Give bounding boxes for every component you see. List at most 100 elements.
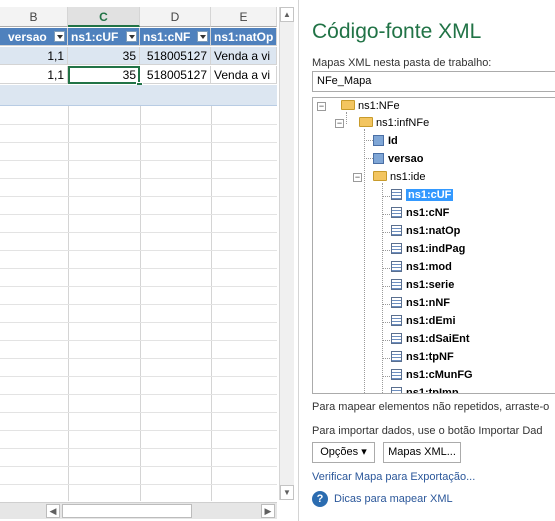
xml-map-select[interactable]: NFe_Mapa (312, 71, 555, 92)
collapse-toggle-icon[interactable]: − (335, 119, 344, 128)
repeating-element-icon (391, 243, 402, 254)
column-header-b[interactable]: B (0, 7, 68, 27)
xml-tree-node[interactable]: ns1:ide (373, 169, 425, 186)
xml-maps-button[interactable]: Mapas XML... (383, 442, 461, 463)
xml-tree-node[interactable]: ns1:tpImp (391, 385, 459, 394)
scrollbar-thumb[interactable] (62, 504, 192, 518)
filter-dropdown-icon[interactable] (126, 31, 137, 42)
collapse-toggle-icon[interactable]: − (353, 173, 362, 182)
table-header-label: ns1:natOp (214, 30, 274, 44)
xml-tree-node[interactable]: ns1:nNF (391, 295, 450, 312)
verify-map-link[interactable]: Verificar Mapa para Exportação... (312, 471, 475, 483)
tips-link[interactable]: Dicas para mapear XML (334, 493, 453, 505)
element-icon (373, 153, 384, 164)
table-header-cell[interactable]: ns1:natOp (211, 28, 277, 46)
column-header-c[interactable]: C (68, 7, 140, 27)
table-cell[interactable]: 518005127 (140, 47, 211, 65)
scroll-right-icon[interactable]: ▶ (261, 504, 275, 518)
xml-tree-node[interactable]: ns1:serie (391, 277, 454, 294)
table-insert-row[interactable] (0, 85, 277, 106)
xml-tree-node-label: ns1:dSaiEnt (406, 333, 470, 345)
xml-tree-node-label: ns1:tpImp (406, 387, 459, 394)
xml-tree-node[interactable]: ns1:infNFe (359, 115, 429, 132)
xml-tree-node[interactable]: ns1:indPag (391, 241, 465, 258)
gridline (0, 178, 277, 179)
tree-connector (383, 232, 390, 233)
options-button[interactable]: Opções ▾ (312, 442, 375, 463)
gridline (0, 448, 277, 449)
xml-tree-node-label: versao (388, 153, 424, 165)
repeating-element-icon (391, 225, 402, 236)
repeating-element-icon (391, 333, 402, 344)
gridline (0, 484, 277, 485)
column-header-d[interactable]: D (140, 7, 211, 27)
filter-dropdown-icon[interactable] (197, 31, 208, 42)
folder-icon (341, 100, 355, 110)
hint-import: Para importar dados, use o botão Importa… (312, 425, 543, 437)
folder-icon (359, 117, 373, 127)
horizontal-scrollbar[interactable]: ◀ ▶ (0, 502, 277, 519)
tree-connector (383, 286, 390, 287)
repeating-element-icon (391, 261, 402, 272)
xml-tree-node[interactable]: ns1:cMunFG (391, 367, 473, 384)
gridline (0, 394, 277, 395)
xml-tree-node[interactable]: ns1:dEmi (391, 313, 456, 330)
xml-tree-node-label: ns1:infNFe (376, 117, 430, 129)
xml-tree[interactable]: − ns1:NFe − ns1:infNFe Id versao − ns1:ide ns1:c… (312, 97, 555, 394)
xml-tree-node-label: ns1:serie (406, 279, 455, 291)
scroll-up-icon[interactable]: ▲ (280, 7, 294, 22)
gridline (0, 376, 277, 377)
column-header-e[interactable]: E (211, 7, 277, 27)
table-cell[interactable]: Venda a vi (211, 47, 277, 65)
xml-tree-node-label: ns1:cNF (406, 207, 450, 219)
tree-connector (383, 376, 390, 377)
help-icon[interactable]: ? (312, 491, 328, 507)
xml-tree-node[interactable]: ns1:natOp (391, 223, 460, 240)
xml-tree-node[interactable]: ns1:tpNF (391, 349, 454, 366)
xml-tree-node[interactable]: ns1:mod (391, 259, 452, 276)
xml-tree-node[interactable]: ns1:NFe (341, 98, 400, 115)
xml-tree-node-label: ns1:NFe (358, 100, 400, 112)
tree-connector (383, 268, 390, 269)
spreadsheet-grid[interactable]: B C D E versao ns1:cUF ns1:cNF ns1:natOp… (0, 0, 277, 521)
table-header-label: ns1:cNF (143, 30, 191, 44)
xml-tree-node[interactable]: ns1:cUF (391, 187, 454, 204)
collapse-toggle-icon[interactable]: − (317, 102, 326, 111)
repeating-element-icon (391, 351, 402, 362)
vertical-scrollbar[interactable]: ▲ ▼ (279, 7, 294, 500)
table-header-cell[interactable]: ns1:cNF (140, 28, 211, 46)
gridline (0, 214, 277, 215)
element-icon (373, 135, 384, 146)
tree-connector (383, 196, 390, 197)
gridline (0, 322, 277, 323)
table-cell[interactable]: 1,1 (0, 66, 68, 84)
table-header-cell[interactable]: ns1:cUF (68, 28, 140, 46)
gridline (0, 430, 277, 431)
gridline (0, 358, 277, 359)
table-cell[interactable]: Venda a vi (211, 66, 277, 84)
tree-connector (383, 250, 390, 251)
table-cell[interactable]: 1,1 (0, 47, 68, 65)
scroll-down-icon[interactable]: ▼ (280, 485, 294, 500)
scroll-left-icon[interactable]: ◀ (46, 504, 60, 518)
xml-tree-node[interactable]: ns1:cNF (391, 205, 449, 222)
xml-tree-node[interactable]: versao (373, 151, 423, 168)
gridline (0, 304, 277, 305)
filter-dropdown-icon[interactable] (54, 31, 65, 42)
xml-tree-node[interactable]: ns1:dSaiEnt (391, 331, 470, 348)
folder-icon (373, 171, 387, 181)
table-cell[interactable]: 35 (68, 47, 140, 65)
xml-tree-node[interactable]: Id (373, 133, 398, 150)
xml-tree-node-label: ns1:dEmi (406, 315, 456, 327)
table-cell[interactable]: 518005127 (140, 66, 211, 84)
xml-tree-node-label: ns1:mod (406, 261, 452, 273)
active-cell[interactable]: 35 (68, 66, 140, 84)
repeating-element-icon (391, 315, 402, 326)
gridline (0, 196, 277, 197)
gridline (0, 340, 277, 341)
tree-connector (383, 322, 390, 323)
xml-tree-node-label: ns1:natOp (406, 225, 461, 237)
table-header-cell[interactable]: versao (0, 28, 68, 46)
maps-label: Mapas XML nesta pasta de trabalho: (312, 57, 492, 69)
table-header-row: versao ns1:cUF ns1:cNF ns1:natOp (0, 28, 277, 46)
